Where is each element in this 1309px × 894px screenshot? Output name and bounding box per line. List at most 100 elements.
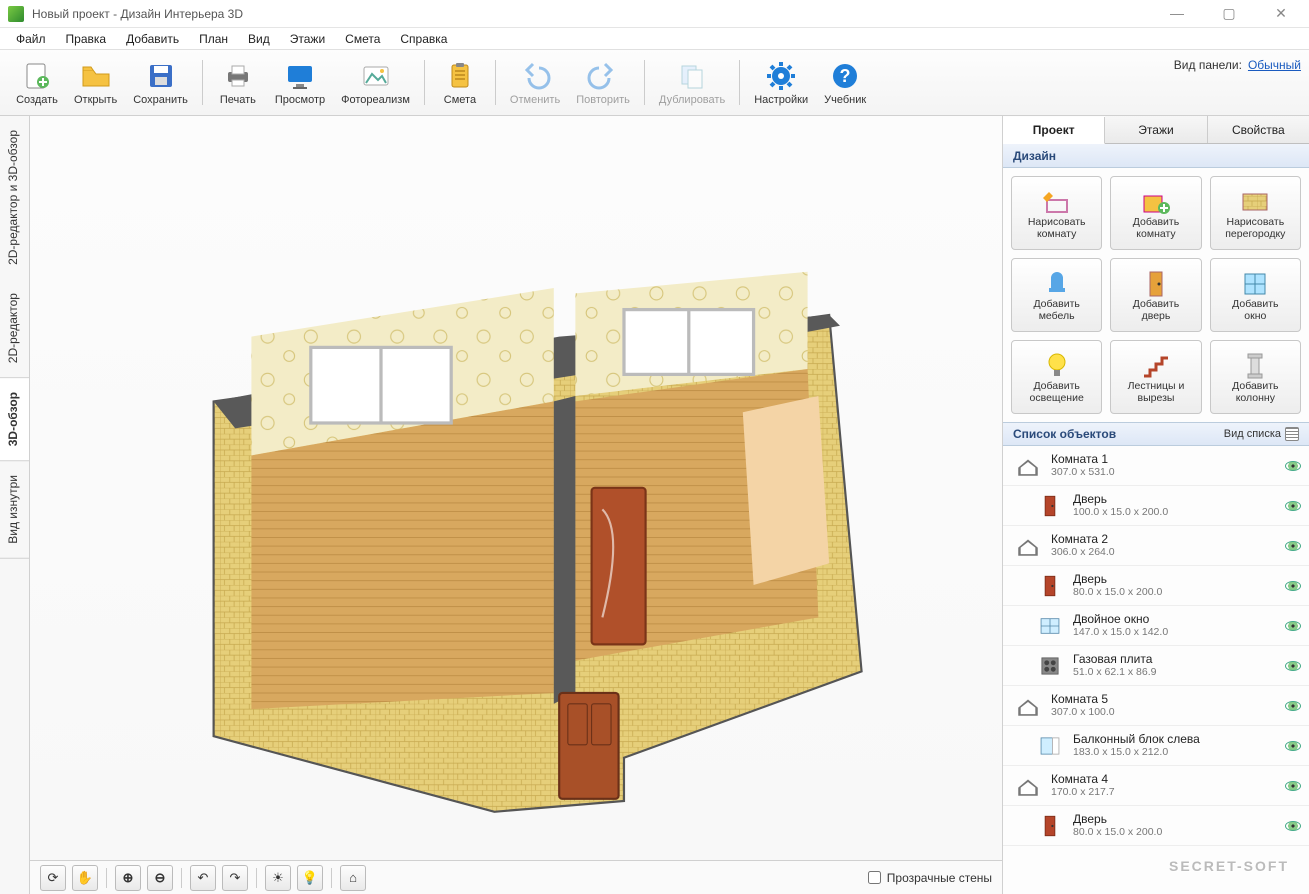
stairs-button[interactable]: Лестницы и вырезы [1110, 340, 1201, 414]
add-furniture-button[interactable]: Добавить мебель [1011, 258, 1102, 332]
tab-properties[interactable]: Свойства [1208, 116, 1309, 143]
transparent-walls-toggle[interactable]: Прозрачные стены [868, 871, 992, 885]
help-icon: ? [829, 60, 861, 92]
menu-estimate[interactable]: Смета [337, 30, 388, 48]
clipboard-icon [444, 60, 476, 92]
photo-icon [360, 60, 392, 92]
menu-edit[interactable]: Правка [58, 30, 115, 48]
object-list[interactable]: Комната 1307.0 x 531.0Дверь100.0 x 15.0 … [1003, 446, 1309, 894]
estimate-button[interactable]: Смета [431, 54, 489, 111]
design-section-head: Дизайн [1003, 144, 1309, 168]
save-button[interactable]: Сохранить [125, 54, 196, 111]
menu-file[interactable]: Файл [8, 30, 54, 48]
list-view-options[interactable]: Вид списка [1224, 427, 1299, 441]
window-icon [1239, 268, 1271, 296]
minimize-button[interactable]: — [1157, 5, 1197, 22]
redo-button[interactable]: Повторить [568, 54, 638, 111]
object-row-item[interactable]: Дверь80.0 x 15.0 x 200.0 [1003, 806, 1309, 846]
add-room-icon [1140, 186, 1172, 214]
zoom-in-button[interactable]: ⊕ [115, 865, 141, 891]
add-room-button[interactable]: Добавить комнату [1110, 176, 1201, 250]
add-column-button[interactable]: Добавить колонну [1210, 340, 1301, 414]
visibility-toggle[interactable] [1285, 461, 1301, 471]
menu-add[interactable]: Добавить [118, 30, 187, 48]
tab-2d-3d[interactable]: 2D-редактор и 3D-обзор [0, 116, 29, 279]
home-button[interactable]: ⌂ [340, 865, 366, 891]
print-button[interactable]: Печать [209, 54, 267, 111]
viewport-3d[interactable] [30, 116, 1002, 860]
object-row-item[interactable]: Балконный блок слева183.0 x 15.0 x 212.0 [1003, 726, 1309, 766]
right-panel: Проект Этажи Свойства Дизайн Нарисовать … [1003, 116, 1309, 894]
room-icon [1015, 533, 1041, 559]
window2-icon [1037, 613, 1063, 639]
menu-view[interactable]: Вид [240, 30, 278, 48]
column-icon [1239, 350, 1271, 378]
door-icon [1037, 573, 1063, 599]
menu-bar: Файл Правка Добавить План Вид Этажи Смет… [0, 28, 1309, 50]
tab-inside[interactable]: Вид изнутри [0, 461, 29, 559]
menu-plan[interactable]: План [191, 30, 236, 48]
redo-icon [587, 60, 619, 92]
menu-help[interactable]: Справка [392, 30, 455, 48]
visibility-toggle[interactable] [1285, 581, 1301, 591]
object-row-room[interactable]: Комната 2306.0 x 264.0 [1003, 526, 1309, 566]
menu-floors[interactable]: Этажи [282, 30, 333, 48]
list-options-icon [1285, 427, 1299, 441]
zoom-out-button[interactable]: ⊖ [147, 865, 173, 891]
visibility-toggle[interactable] [1285, 701, 1301, 711]
tab-3d[interactable]: 3D-обзор [0, 378, 29, 461]
object-row-item[interactable]: Двойное окно147.0 x 15.0 x 142.0 [1003, 606, 1309, 646]
help-button[interactable]: ? Учебник [816, 54, 874, 111]
undo-button[interactable]: Отменить [502, 54, 568, 111]
draw-room-button[interactable]: Нарисовать комнату [1011, 176, 1102, 250]
visibility-toggle[interactable] [1285, 661, 1301, 671]
maximize-button[interactable]: ▢ [1209, 5, 1249, 22]
duplicate-button[interactable]: Дублировать [651, 54, 733, 111]
bulb-button[interactable]: 💡 [297, 865, 323, 891]
add-light-button[interactable]: Добавить освещение [1011, 340, 1102, 414]
panel-mode-value[interactable]: Обычный [1248, 58, 1301, 72]
pencil-room-icon [1041, 186, 1073, 214]
object-row-item[interactable]: Газовая плита51.0 x 62.1 x 86.9 [1003, 646, 1309, 686]
gear-icon [765, 60, 797, 92]
rotate-right-button[interactable]: ↷ [222, 865, 248, 891]
door-icon [1140, 268, 1172, 296]
rotate-left-button[interactable]: ↶ [190, 865, 216, 891]
preview-button[interactable]: Просмотр [267, 54, 333, 111]
object-row-room[interactable]: Комната 5307.0 x 100.0 [1003, 686, 1309, 726]
visibility-toggle[interactable] [1285, 741, 1301, 751]
app-icon [8, 6, 24, 22]
close-button[interactable]: ✕ [1261, 5, 1301, 22]
visibility-toggle[interactable] [1285, 821, 1301, 831]
create-button[interactable]: Создать [8, 54, 66, 111]
rotate360-button[interactable]: ⟳ [40, 865, 66, 891]
visibility-toggle[interactable] [1285, 621, 1301, 631]
object-row-item[interactable]: Дверь80.0 x 15.0 x 200.0 [1003, 566, 1309, 606]
pan-button[interactable]: ✋ [72, 865, 98, 891]
viewport-toolbar: ⟳ ✋ ⊕ ⊖ ↶ ↷ ☀ 💡 ⌂ Прозрачные стены [30, 860, 1002, 894]
open-button[interactable]: Открыть [66, 54, 125, 111]
visibility-toggle[interactable] [1285, 501, 1301, 511]
save-icon [145, 60, 177, 92]
partition-button[interactable]: Нарисовать перегородку [1210, 176, 1301, 250]
add-window-button[interactable]: Добавить окно [1210, 258, 1301, 332]
folder-open-icon [80, 60, 112, 92]
brick-wall-icon [1239, 186, 1271, 214]
main-toolbar: Создать Открыть Сохранить Печать Просмот… [0, 50, 1309, 116]
object-row-room[interactable]: Комната 4170.0 x 217.7 [1003, 766, 1309, 806]
door-icon [1037, 813, 1063, 839]
settings-button[interactable]: Настройки [746, 54, 816, 111]
sun-button[interactable]: ☀ [265, 865, 291, 891]
visibility-toggle[interactable] [1285, 541, 1301, 551]
object-row-room[interactable]: Комната 1307.0 x 531.0 [1003, 446, 1309, 486]
stairs-icon [1140, 350, 1172, 378]
room-icon [1015, 453, 1041, 479]
undo-icon [519, 60, 551, 92]
tab-2d[interactable]: 2D-редактор [0, 279, 29, 378]
tab-floors[interactable]: Этажи [1105, 116, 1207, 143]
object-row-item[interactable]: Дверь100.0 x 15.0 x 200.0 [1003, 486, 1309, 526]
tab-project[interactable]: Проект [1003, 117, 1105, 144]
visibility-toggle[interactable] [1285, 781, 1301, 791]
add-door-button[interactable]: Добавить дверь [1110, 258, 1201, 332]
photoreal-button[interactable]: Фотореализм [333, 54, 418, 111]
